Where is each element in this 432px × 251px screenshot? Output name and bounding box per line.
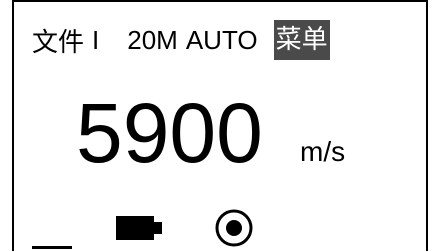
velocity-unit: m/s (300, 136, 346, 167)
file-label: 文件 (32, 27, 85, 58)
battery-icon (116, 216, 162, 240)
status-bar: 文件 I 20M AUTO 菜单 (32, 20, 330, 60)
velocity-value: 5900 (76, 86, 263, 180)
target-icon (215, 209, 253, 247)
menu-button[interactable]: 菜单 (273, 20, 330, 60)
frequency-value: 20M (127, 24, 178, 55)
mode-value: AUTO (185, 24, 258, 55)
cursor-underscore-icon (32, 246, 72, 249)
file-index: I (92, 24, 100, 55)
device-screen: 文件 I 20M AUTO 菜单 5900 m/s (12, 0, 428, 251)
